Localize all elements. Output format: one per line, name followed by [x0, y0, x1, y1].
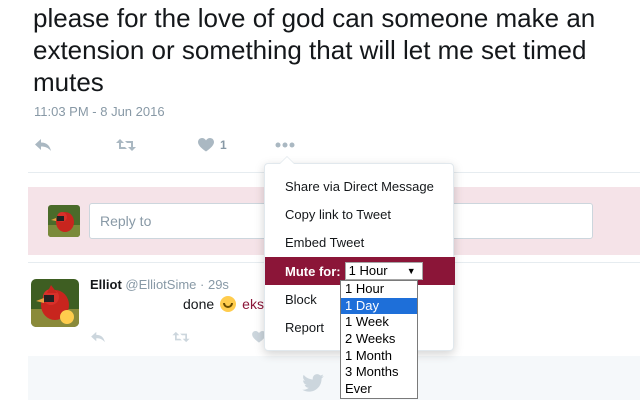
reply-button[interactable] — [90, 327, 106, 347]
tweet-timestamp[interactable]: 11:03 PM - 8 Jun 2016 — [34, 104, 165, 119]
twitter-bird-icon — [302, 374, 324, 392]
avatar[interactable] — [31, 279, 79, 327]
mute-option[interactable]: 1 Day — [341, 297, 417, 315]
mute-option[interactable]: 3 Months — [341, 364, 417, 381]
tweet-text: please for the love of god can someone m… — [33, 3, 596, 97]
mute-selected-value: 1 Hour — [348, 263, 388, 278]
menu-item-copy-link[interactable]: Copy link to Tweet — [265, 201, 453, 229]
like-button[interactable]: 1 — [198, 134, 227, 156]
reply-icon — [35, 139, 51, 151]
reply-button[interactable] — [34, 134, 52, 156]
retweet-button[interactable] — [172, 327, 190, 347]
timeline-footer — [28, 356, 640, 400]
smiling-emoji-icon — [220, 296, 237, 312]
menu-item-share-dm[interactable]: Share via Direct Message — [265, 173, 453, 201]
avatar — [48, 205, 80, 237]
heart-icon — [198, 138, 214, 152]
retweet-icon — [116, 139, 136, 151]
reply-tweet-text: done eks — [183, 296, 264, 312]
mute-option[interactable]: 1 Month — [341, 348, 417, 365]
reply-tweet-header: Elliot @ElliotSime · 29s — [90, 277, 229, 292]
like-count: 1 — [220, 138, 227, 152]
more-button[interactable] — [275, 134, 295, 156]
reply-text-link[interactable]: eks — [242, 296, 264, 312]
mute-for-label: Mute for: — [285, 263, 341, 279]
reply-time[interactable]: · 29s — [200, 277, 229, 292]
mute-duration-select[interactable]: 1 Hour ▼ — [344, 262, 423, 280]
retweet-button[interactable] — [116, 134, 136, 156]
author-name[interactable]: Elliot — [90, 277, 122, 292]
retweet-icon — [172, 331, 190, 343]
menu-item-embed[interactable]: Embed Tweet — [265, 229, 453, 257]
reply-text: done — [183, 296, 215, 312]
mute-option[interactable]: Ever — [341, 381, 417, 398]
reply-icon — [91, 331, 105, 343]
reply-tweet-action-bar — [90, 327, 290, 347]
mute-option[interactable]: 2 Weeks — [341, 331, 417, 348]
mute-option[interactable]: 1 Hour — [341, 281, 417, 298]
mute-option[interactable]: 1 Week — [341, 314, 417, 331]
mute-duration-options: 1 Hour 1 Day 1 Week 2 Weeks 1 Month 3 Mo… — [340, 280, 418, 399]
more-dots-icon — [275, 142, 295, 148]
chevron-down-icon: ▼ — [406, 266, 416, 276]
author-handle[interactable]: @ElliotSime — [125, 277, 196, 292]
tweet-action-bar: 1 — [34, 134, 334, 156]
